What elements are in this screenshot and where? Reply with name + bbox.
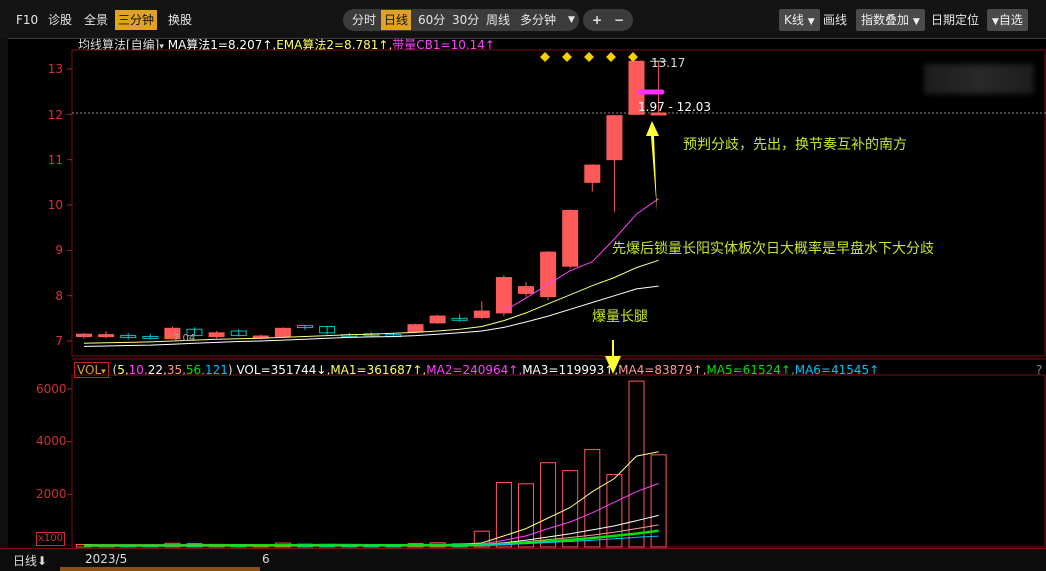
volume-bar xyxy=(584,449,601,548)
price-panel-frame xyxy=(71,49,1046,357)
blurred-watermark xyxy=(924,64,1034,94)
time-scrollbar[interactable] xyxy=(60,567,260,571)
limit-up-marker-icon xyxy=(540,52,550,62)
vol-ma-line-ma1 xyxy=(83,451,659,546)
period-selector-bottom[interactable]: 日线⬇ xyxy=(13,552,47,569)
candle-body xyxy=(540,251,557,298)
annotation-next-day: 先爆后锁量长阳实体板次日大概率是早盘水下大分歧 xyxy=(612,241,934,257)
date-label: 6 xyxy=(262,552,270,566)
limit-up-marker-icon xyxy=(562,52,572,62)
low-price-label: 7.04 xyxy=(173,333,196,344)
limit-up-marker-icon xyxy=(628,52,638,62)
bottom-time-bar: 日线⬇ 2023/5 6 xyxy=(0,548,1046,571)
price-range-label: 1.97 - 12.03 xyxy=(638,100,712,114)
volume-arrow-icon xyxy=(605,340,621,374)
annotation-arrow-icon xyxy=(646,121,659,212)
date-label: 2023/5 xyxy=(85,552,128,566)
volume-bar xyxy=(562,470,579,548)
volume-bar xyxy=(540,462,557,548)
candle-body xyxy=(98,334,115,338)
kline-chart[interactable] xyxy=(0,0,1046,570)
vol-ma-line-ma2 xyxy=(84,483,659,546)
vol-ma-line-ma4 xyxy=(84,524,659,546)
candle-body xyxy=(407,324,424,333)
candle-body xyxy=(518,286,534,294)
limit-up-marker-icon xyxy=(584,52,594,62)
limit-up-marker-icon xyxy=(606,52,616,62)
annotation-divergence: 预判分歧，先出，换节奏互补的南方 xyxy=(683,137,907,153)
candle-body xyxy=(606,115,623,161)
period-label: 日线 xyxy=(13,554,38,568)
arrow-down-icon: ⬇ xyxy=(37,554,48,568)
candle-body xyxy=(274,327,291,337)
volume-panel-frame xyxy=(71,374,1046,548)
high-price-label: 13.17 xyxy=(651,56,686,70)
candle-body xyxy=(429,315,446,324)
candle-body xyxy=(473,310,490,318)
candle-body xyxy=(584,164,601,183)
volume-bar xyxy=(650,454,667,548)
candle-body xyxy=(76,333,92,337)
annotation-volume: 爆量长腿 xyxy=(592,309,648,325)
volume-bar xyxy=(518,483,534,548)
candle-body xyxy=(208,332,225,337)
candle-body xyxy=(562,209,579,267)
